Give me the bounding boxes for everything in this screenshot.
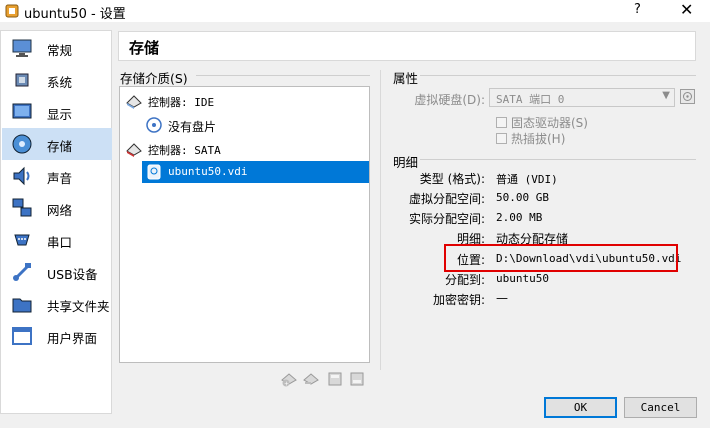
add-attachment-icon[interactable] xyxy=(327,371,343,387)
attributes-section-title: 属性 xyxy=(393,71,419,86)
sidebar-item-label: USB设备 xyxy=(47,267,98,282)
display-icon xyxy=(12,103,32,119)
sidebar-item-audio[interactable]: 声音 xyxy=(2,160,112,192)
location-highlight-box xyxy=(444,244,678,272)
page-title: 存储 xyxy=(129,39,160,57)
optical-disc-icon xyxy=(146,117,162,133)
detail-value-type: 普通 (VDI) xyxy=(496,173,558,186)
svg-text:+: + xyxy=(284,381,289,388)
details-section-title: 明细 xyxy=(393,155,419,170)
chip-icon xyxy=(15,73,29,87)
disk-icon xyxy=(12,134,32,154)
sidebar-item-label: 网络 xyxy=(47,203,73,218)
network-icon xyxy=(12,198,32,217)
chevron-down-icon: ▼ xyxy=(662,90,670,101)
virtual-disk-selected-value: SATA 端口 0 xyxy=(496,93,565,106)
detail-label-type: 类型 (格式): xyxy=(419,172,485,186)
divider xyxy=(420,159,696,160)
detail-label-virtual-size: 虚拟分配空间: xyxy=(408,192,485,206)
help-button[interactable]: ? xyxy=(634,2,641,17)
hotplug-label: 热插拔(H) xyxy=(511,132,566,146)
sidebar-item-storage[interactable]: 存储 xyxy=(2,128,112,160)
detail-label-encryption-key: 加密密钥: xyxy=(432,293,485,307)
sidebar-item-general[interactable]: 常规 xyxy=(2,32,112,64)
controller-icon xyxy=(126,143,142,157)
virtualbox-app-icon xyxy=(5,4,19,18)
remove-attachment-icon[interactable] xyxy=(349,371,365,387)
add-controller-icon[interactable]: + xyxy=(281,371,297,387)
usb-icon xyxy=(13,263,31,281)
close-button[interactable]: ✕ xyxy=(680,0,693,19)
controller-icon xyxy=(126,95,142,109)
serial-port-icon xyxy=(14,234,30,246)
tree-item-ide-controller[interactable]: 控制器: IDE xyxy=(120,90,369,112)
page-header: 存储 xyxy=(118,31,696,61)
tree-item-label: 控制器: SATA xyxy=(148,144,221,157)
sidebar-item-usb[interactable]: USB设备 xyxy=(2,256,112,288)
hotplug-checkbox[interactable] xyxy=(496,133,507,144)
sidebar-item-network[interactable]: 网络 xyxy=(2,192,112,224)
detail-label-actual-size: 实际分配空间: xyxy=(408,212,485,226)
sidebar-item-label: 常规 xyxy=(47,43,73,58)
divider xyxy=(196,75,370,76)
sidebar-item-shared-folders[interactable]: 共享文件夹 xyxy=(2,288,112,320)
storage-media-label: 存储介质(S) xyxy=(120,71,188,86)
speaker-icon xyxy=(13,166,30,186)
remove-controller-icon[interactable] xyxy=(303,371,319,387)
ok-button[interactable]: OK xyxy=(544,397,617,418)
storage-tree[interactable]: 控制器: IDE 没有盘片 控制器: SATA ubuntu50.vdi xyxy=(119,86,370,363)
sidebar-item-user-interface[interactable]: 用户界面 xyxy=(2,320,112,352)
ssd-checkbox[interactable] xyxy=(496,117,507,128)
tree-item-label: 控制器: IDE xyxy=(148,96,215,109)
choose-disk-button[interactable] xyxy=(680,89,695,104)
hard-disk-icon xyxy=(147,164,161,180)
title-bar: ubuntu50 - 设置 ? ✕ xyxy=(0,0,710,22)
detail-value-encryption-key: — xyxy=(496,291,508,305)
disk-settings-icon xyxy=(683,92,692,101)
sidebar-item-label: 系统 xyxy=(47,75,73,90)
sidebar-item-system[interactable]: 系统 xyxy=(2,64,112,96)
panel-splitter[interactable] xyxy=(380,70,381,370)
cancel-button[interactable]: Cancel xyxy=(624,397,697,418)
tree-item-label: ubuntu50.vdi xyxy=(168,165,248,178)
ssd-label: 固态驱动器(S) xyxy=(511,116,588,130)
detail-value-virtual-size: 50.00 GB xyxy=(496,191,549,204)
tree-item-sata-controller[interactable]: 控制器: SATA xyxy=(120,138,369,160)
tree-item-empty-optical[interactable]: 没有盘片 xyxy=(120,114,369,136)
window-title: ubuntu50 - 设置 xyxy=(24,7,126,22)
sidebar-item-label: 串口 xyxy=(47,235,73,250)
tree-item-ubuntu50-vdi[interactable]: ubuntu50.vdi xyxy=(142,161,369,183)
window-icon xyxy=(12,327,32,345)
sidebar-item-label: 共享文件夹 xyxy=(47,299,110,314)
virtual-disk-label: 虚拟硬盘(D): xyxy=(414,93,485,107)
sidebar-item-display[interactable]: 显示 xyxy=(2,96,112,128)
sidebar-item-label: 显示 xyxy=(47,107,73,122)
folder-icon xyxy=(12,298,32,313)
sidebar-item-label: 声音 xyxy=(47,171,73,186)
divider xyxy=(420,75,696,76)
detail-value-actual-size: 2.00 MB xyxy=(496,211,543,224)
sidebar-item-label: 存储 xyxy=(47,139,73,154)
tree-item-label: 没有盘片 xyxy=(168,120,217,134)
settings-sidebar: 常规 系统 显示 存储 声音 网络 串口 USB设备 共享文件夹 用户界面 xyxy=(0,30,112,414)
sidebar-item-label: 用户界面 xyxy=(47,331,98,346)
detail-label-attached-to: 分配到: xyxy=(444,273,485,287)
sidebar-item-serial-port[interactable]: 串口 xyxy=(2,224,112,256)
monitor-icon xyxy=(12,39,32,57)
virtual-disk-select[interactable]: SATA 端口 0 ▼ xyxy=(489,88,675,107)
detail-value-attached-to: ubuntu50 xyxy=(496,272,549,285)
